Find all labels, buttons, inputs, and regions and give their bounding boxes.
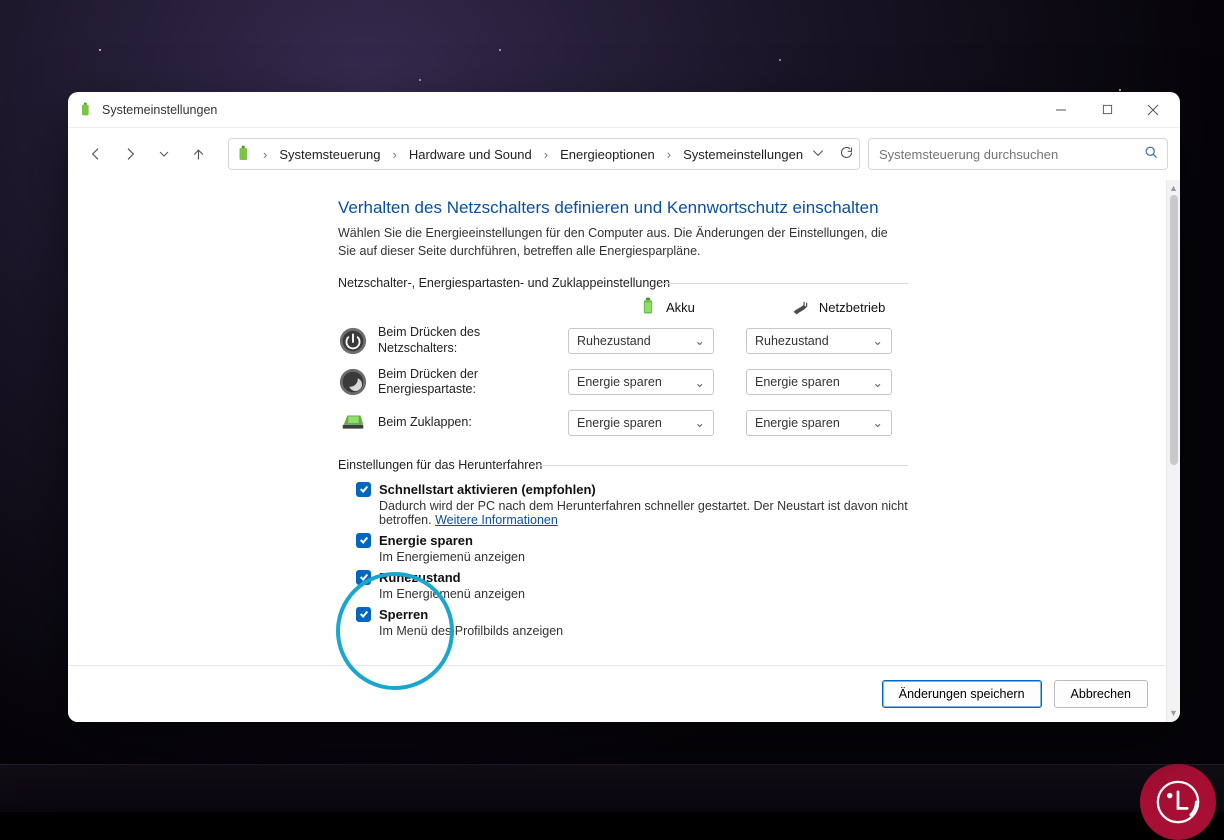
breadcrumb-bar[interactable]: › Systemsteuerung › Hardware und Sound ›… bbox=[228, 138, 860, 170]
option-title: Energie sparen bbox=[379, 533, 473, 548]
scroll-down-icon[interactable]: ▼ bbox=[1169, 709, 1178, 718]
battery-icon bbox=[638, 296, 658, 319]
more-info-link[interactable]: Weitere Informationen bbox=[435, 513, 558, 527]
minimize-button[interactable] bbox=[1038, 93, 1084, 127]
column-header-battery: Akku bbox=[638, 296, 695, 319]
option-title: Sperren bbox=[379, 607, 428, 622]
chevron-down-icon: ⌄ bbox=[873, 415, 883, 430]
chevron-down-icon: ⌄ bbox=[695, 415, 705, 430]
page-title: Verhalten des Netzschalters definieren u… bbox=[338, 198, 908, 218]
settings-window: Systemeinstellungen › Systemsteuerung › … bbox=[68, 92, 1180, 722]
chevron-down-icon: ⌄ bbox=[695, 333, 705, 348]
chevron-right-icon: › bbox=[663, 147, 675, 162]
maximize-button[interactable] bbox=[1084, 93, 1130, 127]
titlebar: Systemeinstellungen bbox=[68, 92, 1180, 128]
cancel-button[interactable]: Abbrechen bbox=[1054, 680, 1148, 708]
option-fast-start: Schnellstart aktivieren (empfohlen) Dadu… bbox=[356, 482, 908, 527]
chevron-right-icon: › bbox=[389, 147, 401, 162]
sleep-button-icon bbox=[338, 367, 368, 397]
option-lock: Sperren Im Menü des Profilbilds anzeigen bbox=[356, 607, 908, 638]
scrollbar-thumb[interactable] bbox=[1170, 195, 1178, 465]
toolbar: › Systemsteuerung › Hardware und Sound ›… bbox=[68, 128, 1180, 180]
chevron-down-icon[interactable] bbox=[811, 146, 825, 163]
breadcrumb-item[interactable]: Systemsteuerung bbox=[277, 147, 382, 162]
search-input[interactable] bbox=[877, 146, 1144, 163]
option-desc: Dadurch wird der PC nach dem Herunterfah… bbox=[379, 499, 908, 527]
power-options-icon bbox=[235, 145, 253, 163]
option-desc: Im Energiemenü anzeigen bbox=[379, 587, 908, 601]
laptop-lid-icon bbox=[338, 408, 368, 438]
close-button[interactable] bbox=[1130, 93, 1176, 127]
option-title: Schnellstart aktivieren (empfohlen) bbox=[379, 482, 596, 497]
checkbox-lock[interactable] bbox=[356, 607, 371, 622]
row-label: Beim Drücken der Energiespartaste: bbox=[378, 367, 562, 398]
power-plug-icon bbox=[791, 296, 811, 319]
select-power-button-battery[interactable]: Ruhezustand⌄ bbox=[568, 328, 714, 354]
nav-back-button[interactable] bbox=[80, 138, 112, 170]
window-title: Systemeinstellungen bbox=[102, 103, 217, 117]
section-legend-buttons: Netzschalter-, Energiespartasten- und Zu… bbox=[338, 276, 908, 290]
row-lid-close: Beim Zuklappen: Energie sparen⌄ Energie … bbox=[338, 408, 908, 438]
option-title: Ruhezustand bbox=[379, 570, 461, 585]
breadcrumb-item[interactable]: Energieoptionen bbox=[558, 147, 657, 162]
checkbox-hibernate[interactable] bbox=[356, 570, 371, 585]
column-header-ac: Netzbetrieb bbox=[791, 296, 885, 319]
chevron-down-icon: ⌄ bbox=[873, 375, 883, 390]
select-lid-ac[interactable]: Energie sparen⌄ bbox=[746, 410, 892, 436]
checkbox-sleep[interactable] bbox=[356, 533, 371, 548]
chevron-down-icon: ⌄ bbox=[695, 375, 705, 390]
column-label: Akku bbox=[666, 300, 695, 315]
chevron-right-icon: › bbox=[259, 147, 271, 162]
nav-forward-button[interactable] bbox=[114, 138, 146, 170]
content-area: Verhalten des Netzschalters definieren u… bbox=[68, 180, 1166, 722]
nav-up-button[interactable] bbox=[182, 138, 214, 170]
column-label: Netzbetrieb bbox=[819, 300, 885, 315]
breadcrumb-item[interactable]: Systemeinstellungen bbox=[681, 147, 805, 162]
nav-recent-button[interactable] bbox=[148, 138, 180, 170]
row-label: Beim Drücken des Netzschalters: bbox=[378, 325, 562, 356]
checkbox-fast-start[interactable] bbox=[356, 482, 371, 497]
vertical-scrollbar[interactable]: ▲ ▼ bbox=[1166, 180, 1180, 722]
row-label: Beim Zuklappen: bbox=[378, 415, 562, 431]
chevron-down-icon: ⌄ bbox=[873, 333, 883, 348]
chevron-right-icon: › bbox=[540, 147, 552, 162]
select-lid-battery[interactable]: Energie sparen⌄ bbox=[568, 410, 714, 436]
save-button[interactable]: Änderungen speichern bbox=[882, 680, 1042, 708]
refresh-icon[interactable] bbox=[839, 145, 854, 163]
scroll-up-icon[interactable]: ▲ bbox=[1169, 184, 1178, 193]
breadcrumb-item[interactable]: Hardware und Sound bbox=[407, 147, 534, 162]
option-desc: Im Menü des Profilbilds anzeigen bbox=[379, 624, 908, 638]
power-button-icon bbox=[338, 326, 368, 356]
taskbar[interactable] bbox=[0, 764, 1224, 812]
search-bar[interactable] bbox=[868, 138, 1168, 170]
page-description: Wählen Sie die Energieeinstellungen für … bbox=[338, 224, 898, 260]
dialog-buttons: Änderungen speichern Abbrechen bbox=[68, 665, 1166, 722]
option-sleep: Energie sparen Im Energiemenü anzeigen bbox=[356, 533, 908, 564]
option-hibernate: Ruhezustand Im Energiemenü anzeigen bbox=[356, 570, 908, 601]
row-sleep-button: Beim Drücken der Energiespartaste: Energ… bbox=[338, 367, 908, 398]
select-sleep-button-battery[interactable]: Energie sparen⌄ bbox=[568, 369, 714, 395]
row-power-button: Beim Drücken des Netzschalters: Ruhezust… bbox=[338, 325, 908, 356]
search-icon[interactable] bbox=[1144, 145, 1159, 163]
lg-logo-icon bbox=[1140, 764, 1216, 840]
option-desc: Im Energiemenü anzeigen bbox=[379, 550, 908, 564]
section-legend-shutdown: Einstellungen für das Herunterfahren bbox=[338, 458, 908, 472]
select-sleep-button-ac[interactable]: Energie sparen⌄ bbox=[746, 369, 892, 395]
select-power-button-ac[interactable]: Ruhezustand⌄ bbox=[746, 328, 892, 354]
power-options-icon bbox=[78, 102, 94, 118]
